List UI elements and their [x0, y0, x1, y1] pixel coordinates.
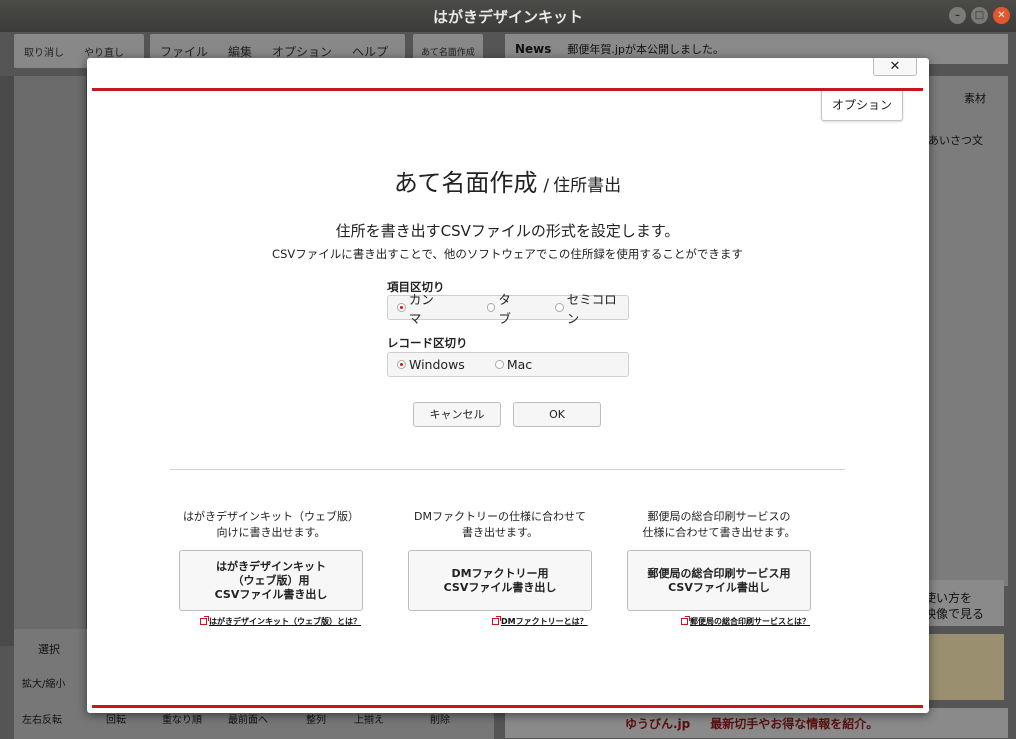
record-delimiter-group: Windows Mac — [387, 352, 629, 377]
radio-windows-label: Windows — [409, 357, 465, 372]
greeting-tab[interactable]: あいさつ文 — [928, 132, 983, 148]
ad-image — [920, 634, 1004, 700]
field-delimiter-group: カンマ タブ セミコロン — [387, 292, 629, 326]
video-guide-banner[interactable]: 使い方を 映像で見る — [920, 580, 1004, 626]
external-link-icon — [492, 616, 501, 625]
redo-button[interactable]: やり直し — [74, 44, 134, 59]
radio-tab[interactable]: タブ — [486, 289, 523, 327]
banner-brand: ゆうびん.jp — [625, 716, 691, 731]
radio-semicolon[interactable]: セミコロン — [554, 289, 628, 327]
export-web-link-text: はがきデザインキット（ウェブ版）とは？ — [209, 617, 361, 626]
export-post-button[interactable]: 郵便局の総合印刷サービス用 CSVファイル書出し — [627, 550, 811, 611]
menu-options[interactable]: オプション — [262, 43, 342, 60]
options-button[interactable]: オプション — [821, 91, 903, 121]
dialog-subtitle: 住所書出 — [553, 176, 622, 196]
radio-semicolon-label: セミコロン — [566, 291, 617, 326]
undo-button[interactable]: 取り消し — [14, 44, 74, 59]
export-dm-button[interactable]: DMファクトリー用 CSVファイル書き出し — [408, 550, 592, 611]
flip-label: 左右反転 — [22, 715, 62, 726]
dialog-close-button[interactable]: ✕ — [873, 58, 917, 76]
close-window-icon[interactable]: ✕ — [993, 7, 1010, 24]
csv-export-dialog: ✕ オプション あて名面作成 / 住所書出 住所を書き出すCSVファイルの形式を設定… — [87, 58, 929, 713]
radio-comma-dot — [397, 303, 406, 312]
export-dm-link[interactable]: DMファクトリーとは？ — [492, 616, 588, 627]
radio-tab-dot — [486, 303, 496, 312]
export-web-description: はがきデザインキット（ウェブ版） 向けに書き出せます。 — [183, 510, 359, 539]
export-dm-description: DMファクトリーの仕様に合わせて 書き出せます。 — [414, 510, 586, 539]
align-label: 整列 — [306, 715, 326, 726]
layer-select[interactable]: 最前面へ — [228, 711, 268, 726]
menu-file[interactable]: ファイル — [150, 43, 218, 60]
rotate-label: 回転 — [106, 715, 126, 726]
export-option-web: はがきデザインキット（ウェブ版） 向けに書き出せます。 はがきデザインキット （… — [179, 509, 363, 611]
banner-text: 最新切手やお得な情報を紹介。 — [710, 716, 879, 731]
radio-mac[interactable]: Mac — [494, 357, 533, 372]
delete-label: 削除 — [430, 715, 450, 726]
address-side-label: あて名面作成 — [421, 47, 475, 58]
close-icon: ✕ — [889, 59, 901, 74]
dialog-title: あて名面作成 — [393, 169, 538, 197]
layer-label: 重なり順 — [162, 715, 202, 726]
export-post-link[interactable]: 郵便局の総合印刷サービスとは？ — [681, 616, 810, 627]
news-label: News — [515, 42, 552, 56]
record-delimiter-label: レコード区切り — [387, 336, 468, 350]
menu-edit[interactable]: 編集 — [218, 43, 262, 60]
maximize-icon[interactable]: □ — [971, 7, 988, 24]
radio-windows[interactable]: Windows — [397, 357, 465, 372]
radio-comma-label: カンマ — [408, 291, 434, 326]
export-post-description: 郵便局の総合印刷サービスの 仕様に合わせて書き出せます。 — [642, 510, 796, 539]
external-link-icon — [681, 616, 690, 625]
right-panel: 素材 あいさつ文 — [920, 76, 1008, 586]
menu-help[interactable]: ヘルプ — [342, 43, 398, 60]
minimize-icon[interactable]: – — [949, 7, 966, 24]
export-dm-link-text: DMファクトリーとは？ — [501, 617, 588, 626]
export-web-link[interactable]: はがきデザインキット（ウェブ版）とは？ — [200, 616, 361, 627]
align-select[interactable]: 上揃え — [354, 711, 384, 726]
radio-comma[interactable]: カンマ — [397, 289, 446, 327]
news-text[interactable]: 郵便年賀.jpが本公開しました。 — [567, 41, 724, 57]
dialog-content: オプション あて名面作成 / 住所書出 住所を書き出すCSVファイルの形式を設定しま… — [92, 88, 923, 708]
radio-tab-label: タブ — [498, 291, 511, 326]
description-text: CSVファイルに書き出すことで、他のソフトウェアでこの住所録を使用することができ… — [272, 247, 743, 261]
window-controls: – □ ✕ — [949, 7, 1010, 24]
external-link-icon — [200, 616, 209, 625]
select-tool[interactable]: 選択 — [38, 641, 60, 657]
window-titlebar: はがきデザインキット – □ ✕ — [0, 0, 1016, 32]
radio-windows-dot — [397, 360, 406, 369]
material-tab[interactable]: 素材 — [964, 90, 986, 106]
radio-mac-dot — [494, 360, 504, 369]
zoom-label: 拡大/縮小 — [22, 679, 66, 690]
ok-button[interactable]: OK — [513, 402, 601, 427]
export-web-button[interactable]: はがきデザインキット （ウェブ版）用 CSVファイル書き出し — [179, 550, 363, 611]
radio-mac-label: Mac — [506, 357, 533, 372]
lead-text: 住所を書き出すCSVファイルの形式を設定します。 — [335, 222, 680, 240]
export-post-link-text: 郵便局の総合印刷サービスとは？ — [690, 617, 810, 626]
radio-semicolon-dot — [554, 303, 564, 312]
export-option-dm: DMファクトリーの仕様に合わせて 書き出せます。 DMファクトリー用 CSVファ… — [408, 509, 592, 611]
window-title: はがきデザインキット — [432, 7, 583, 26]
left-panel — [14, 76, 86, 636]
dialog-heading: あて名面作成 / 住所書出 — [92, 163, 923, 198]
export-option-post: 郵便局の総合印刷サービスの 仕様に合わせて書き出せます。 郵便局の総合印刷サービ… — [627, 509, 811, 611]
title-separator: / — [543, 176, 550, 196]
section-divider — [170, 469, 845, 470]
video-guide-text: 使い方を 映像で見る — [924, 591, 985, 621]
cancel-button[interactable]: キャンセル — [413, 402, 501, 427]
